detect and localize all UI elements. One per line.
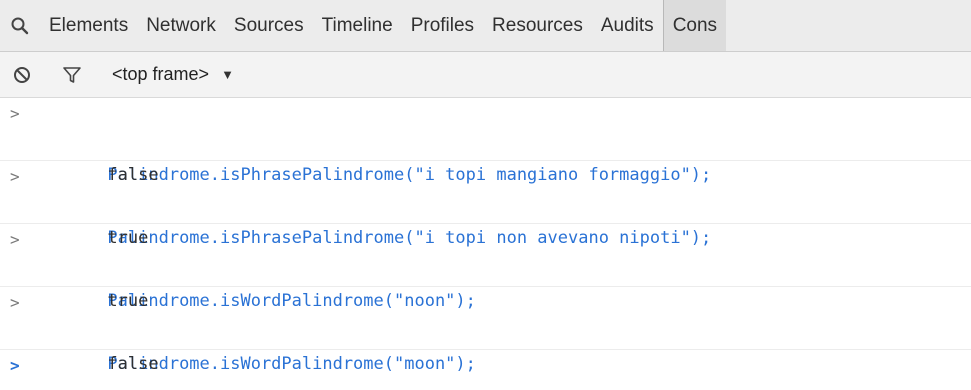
clear-console-icon (14, 66, 30, 83)
prompt-icon: > (10, 230, 20, 249)
console-result-line: true (0, 255, 971, 311)
filter-button[interactable] (60, 63, 84, 87)
console-entry: > Palindrome.isPhrasePalindrome("i topi … (0, 98, 971, 185)
tab-console[interactable]: Cons (662, 0, 727, 51)
tab-network[interactable]: Network (137, 0, 225, 51)
clear-console-button[interactable] (10, 63, 34, 87)
console-command-line: > Palindrome.isPhrasePalindrome("i topi … (0, 98, 971, 185)
console-entry: > Palindrome.isPhrasePalindrome("i topi … (0, 161, 971, 248)
frame-selector-label: <top frame> (112, 64, 210, 84)
console-command-line: > Palindrome.isPhrasePalindrome("i topi … (0, 161, 971, 248)
tab-sources[interactable]: Sources (225, 0, 313, 51)
prompt-icon: > (10, 356, 20, 375)
console-toolbar: <top frame> ▼ (0, 52, 971, 98)
dropdown-arrow-icon: ▼ (221, 67, 234, 82)
tab-timeline[interactable]: Timeline (313, 0, 402, 51)
console-entry: > Palindrome.isWordPalindrome("noon"); t… (0, 224, 971, 311)
console-entry: > Palindrome.isWordPalindrome("moon"); f… (0, 287, 971, 374)
console-result-line: true (0, 192, 971, 248)
tab-audits[interactable]: Audits (592, 0, 663, 51)
prompt-icon: > (10, 167, 20, 186)
console-log: > Palindrome.isPhrasePalindrome("i topi … (0, 98, 971, 381)
frame-selector[interactable]: <top frame> ▼ (112, 64, 234, 85)
tab-profiles[interactable]: Profiles (402, 0, 483, 51)
search-button[interactable] (0, 0, 40, 51)
tab-elements[interactable]: Elements (40, 0, 137, 51)
devtools-toolbar: Elements Network Sources Timeline Profil… (0, 0, 971, 52)
console-command-line: > Palindrome.isWordPalindrome("moon"); (0, 287, 971, 374)
search-icon (11, 17, 29, 34)
filter-icon (63, 66, 81, 83)
console-result-line: false (0, 129, 971, 185)
tab-resources[interactable]: Resources (483, 0, 592, 51)
prompt-icon: > (10, 104, 20, 123)
console-input[interactable]: > (0, 350, 971, 381)
prompt-icon: > (10, 293, 20, 312)
console-result-line: false (0, 318, 971, 374)
console-command-line: > Palindrome.isWordPalindrome("noon"); (0, 224, 971, 311)
